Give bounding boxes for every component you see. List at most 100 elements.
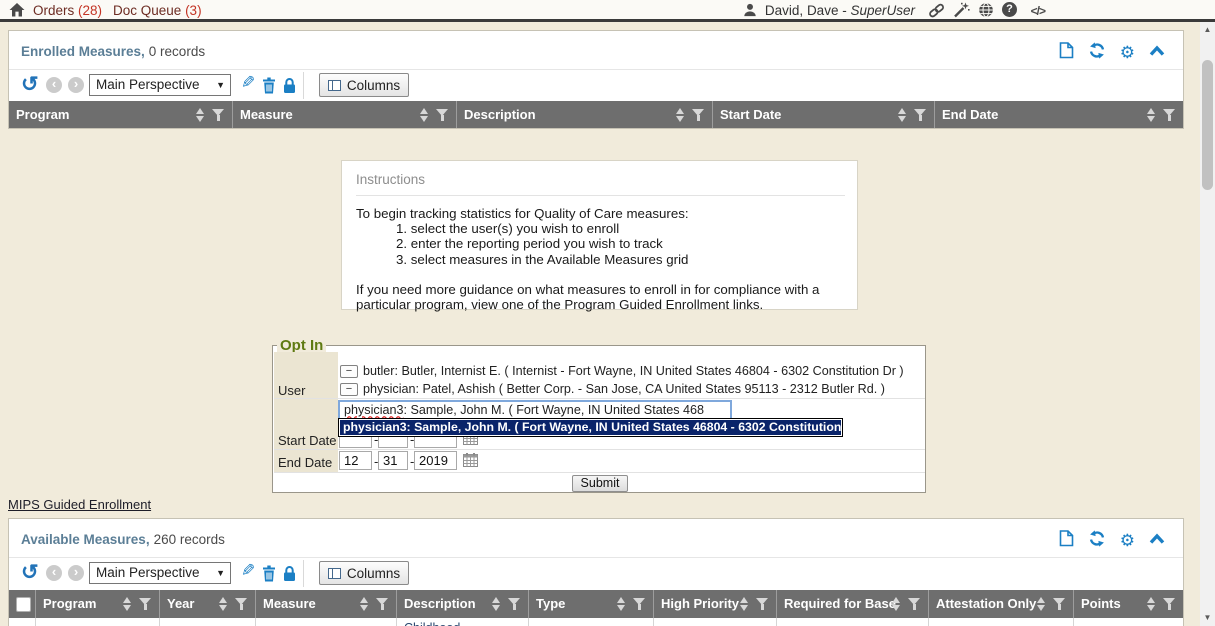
sort-icon[interactable]	[196, 108, 205, 122]
filter-icon[interactable]	[692, 109, 704, 122]
scrollbar-thumb[interactable]	[1202, 60, 1213, 190]
scroll-up-icon[interactable]: ▲	[1200, 22, 1215, 38]
lock-icon[interactable]	[282, 565, 297, 585]
vertical-scrollbar[interactable]: ▲ ▼	[1200, 22, 1215, 626]
column-header-measure[interactable]: Measure	[256, 590, 397, 618]
code-icon[interactable]: </>	[1031, 4, 1045, 18]
column-header-program[interactable]: Program	[9, 101, 233, 129]
column-header-description[interactable]: Description	[397, 590, 529, 618]
refresh-icon[interactable]	[1088, 530, 1106, 550]
scroll-down-icon[interactable]: ▼	[1200, 610, 1215, 626]
delete-perspective-icon[interactable]	[262, 77, 276, 97]
link-icon[interactable]	[928, 3, 945, 21]
filter-icon[interactable]	[235, 598, 247, 611]
globe-icon[interactable]	[978, 2, 994, 21]
refresh-icon[interactable]	[1088, 42, 1106, 62]
user-role: SuperUser	[850, 3, 915, 18]
previous-perspective-icon[interactable]: ‹	[46, 77, 62, 93]
columns-button[interactable]: Columns	[319, 561, 409, 585]
divider	[274, 398, 925, 399]
column-header-year[interactable]: Year	[160, 590, 256, 618]
nav-orders-link[interactable]: Orders (28)	[33, 3, 102, 18]
calendar-icon[interactable]	[463, 453, 478, 470]
available-table-header: Program Year Measure Description Type Hi…	[9, 590, 1184, 618]
submit-button[interactable]: Submit	[572, 475, 628, 492]
perspective-select[interactable]: Main Perspective ▼	[89, 562, 231, 584]
sort-icon[interactable]	[898, 108, 907, 122]
instruction-step: 1. select the user(s) you wish to enroll	[396, 221, 848, 236]
columns-button[interactable]: Columns	[319, 73, 409, 97]
delete-perspective-icon[interactable]	[262, 565, 276, 585]
column-header-start-date[interactable]: Start Date	[713, 101, 935, 129]
filter-icon[interactable]	[908, 598, 920, 611]
remove-user-button[interactable]: −	[340, 365, 358, 378]
sort-icon[interactable]	[1037, 597, 1046, 611]
sort-icon[interactable]	[123, 597, 132, 611]
new-record-icon[interactable]	[1059, 42, 1074, 62]
home-icon[interactable]	[9, 2, 25, 21]
sort-icon[interactable]	[219, 597, 228, 611]
end-day-input[interactable]	[378, 451, 408, 470]
filter-icon[interactable]	[1163, 598, 1175, 611]
filter-icon[interactable]	[756, 598, 768, 611]
filter-icon[interactable]	[376, 598, 388, 611]
next-perspective-icon[interactable]: ›	[68, 565, 84, 581]
filter-icon[interactable]	[633, 598, 645, 611]
sort-icon[interactable]	[420, 108, 429, 122]
sort-icon[interactable]	[676, 108, 685, 122]
instruction-step: 3. select measures in the Available Meas…	[396, 252, 848, 267]
divider	[356, 195, 845, 196]
sort-icon[interactable]	[360, 597, 369, 611]
new-record-icon[interactable]	[1059, 530, 1074, 550]
column-header-description[interactable]: Description	[457, 101, 713, 129]
end-month-input[interactable]	[339, 451, 372, 470]
filter-icon[interactable]	[212, 109, 224, 122]
edit-perspective-icon[interactable]: ✎	[241, 561, 255, 581]
select-all-checkbox[interactable]	[16, 597, 31, 612]
end-year-input[interactable]	[414, 451, 457, 470]
gear-icon[interactable]: ⚙	[1120, 44, 1135, 61]
collapse-icon[interactable]	[1149, 45, 1165, 60]
filter-icon[interactable]	[1163, 109, 1175, 122]
sort-icon[interactable]	[740, 597, 749, 611]
column-header-points[interactable]: Points	[1074, 590, 1184, 618]
column-header-program[interactable]: Program	[36, 590, 160, 618]
wand-icon[interactable]	[953, 2, 970, 21]
column-header-type[interactable]: Type	[529, 590, 654, 618]
column-header-attestation-only[interactable]: Attestation Only	[929, 590, 1074, 618]
remove-user-button[interactable]: −	[340, 383, 358, 396]
gear-icon[interactable]: ⚙	[1120, 532, 1135, 549]
table-row[interactable]: Childhood	[9, 618, 1184, 626]
help-icon[interactable]: ?	[1002, 2, 1017, 17]
filter-icon[interactable]	[1053, 598, 1065, 611]
column-header-required-for-base[interactable]: Required for Base	[777, 590, 929, 618]
sort-icon[interactable]	[892, 597, 901, 611]
edit-perspective-icon[interactable]: ✎	[241, 73, 255, 93]
mips-guided-enrollment-link[interactable]: MIPS Guided Enrollment	[8, 497, 151, 512]
dropdown-arrow-icon: ▼	[216, 563, 225, 583]
undo-icon[interactable]: ↺	[21, 560, 39, 585]
sort-icon[interactable]	[1147, 597, 1156, 611]
column-header-measure[interactable]: Measure	[233, 101, 457, 129]
instructions-intro: To begin tracking statistics for Quality…	[356, 206, 848, 221]
sort-icon[interactable]	[617, 597, 626, 611]
undo-icon[interactable]: ↺	[21, 72, 39, 97]
nav-doc-queue-link[interactable]: Doc Queue (3)	[113, 3, 202, 18]
filter-icon[interactable]	[436, 109, 448, 122]
collapse-icon[interactable]	[1149, 533, 1165, 548]
next-perspective-icon[interactable]: ›	[68, 77, 84, 93]
perspective-select[interactable]: Main Perspective ▼	[89, 74, 231, 96]
filter-icon[interactable]	[139, 598, 151, 611]
selected-user: physician: Patel, Ashish ( Better Corp. …	[363, 382, 885, 396]
enrolled-toolbar: ↺ ‹ › Main Perspective ▼ ✎ Columns	[9, 70, 1183, 101]
column-header-high-priority[interactable]: High Priority	[654, 590, 777, 618]
previous-perspective-icon[interactable]: ‹	[46, 565, 62, 581]
autocomplete-suggestion[interactable]: physician3: Sample, John M. ( Fort Wayne…	[340, 420, 841, 435]
filter-icon[interactable]	[914, 109, 926, 122]
filter-icon[interactable]	[508, 598, 520, 611]
lock-icon[interactable]	[282, 77, 297, 97]
sort-icon[interactable]	[492, 597, 501, 611]
divider	[274, 472, 925, 473]
column-header-end-date[interactable]: End Date	[935, 101, 1184, 129]
sort-icon[interactable]	[1147, 108, 1156, 122]
